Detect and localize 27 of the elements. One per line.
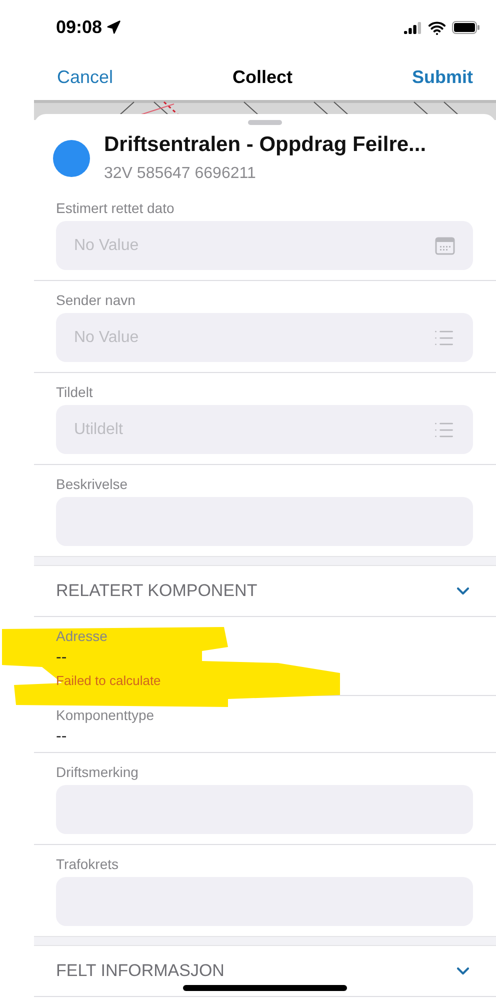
wifi-icon [428,18,446,36]
field-label: Adresse [56,627,108,645]
field-label: Beskrivelse [56,475,129,493]
error-message: Failed to calculate [56,672,162,690]
cancel-button[interactable]: Cancel [57,67,114,88]
location-arrow-icon [106,20,122,35]
drag-handle[interactable] [248,120,282,125]
field-label: Driftsmerking [56,763,140,781]
feature-title: Driftsentralen - Oppdrag Feilre... [104,133,426,157]
section-title: RELATERT KOMPONENT [56,581,258,601]
field-label: Trafokrets [56,855,120,873]
screen-title: Collect [232,67,293,88]
field-label: Estimert rettet dato [56,199,176,217]
field-label: Sender navn [56,291,136,309]
status-time: 09:08 [56,17,102,38]
coordinates-text: 32V 585647 6696211 [104,165,257,183]
submit-button[interactable]: Submit [412,67,473,88]
field-value: -- [56,727,68,747]
field-value: -- [56,648,68,668]
status-dot [53,140,90,176]
section-title: FELT INFORMASJON [56,961,224,981]
field-label: Tildelt [56,383,94,401]
calendar-icon [435,236,455,254]
signal-icon [404,22,422,34]
field-label: Komponenttype [56,706,156,724]
battery-icon [452,21,480,34]
section-header[interactable]: RELATERT KOMPONENT [34,566,496,617]
